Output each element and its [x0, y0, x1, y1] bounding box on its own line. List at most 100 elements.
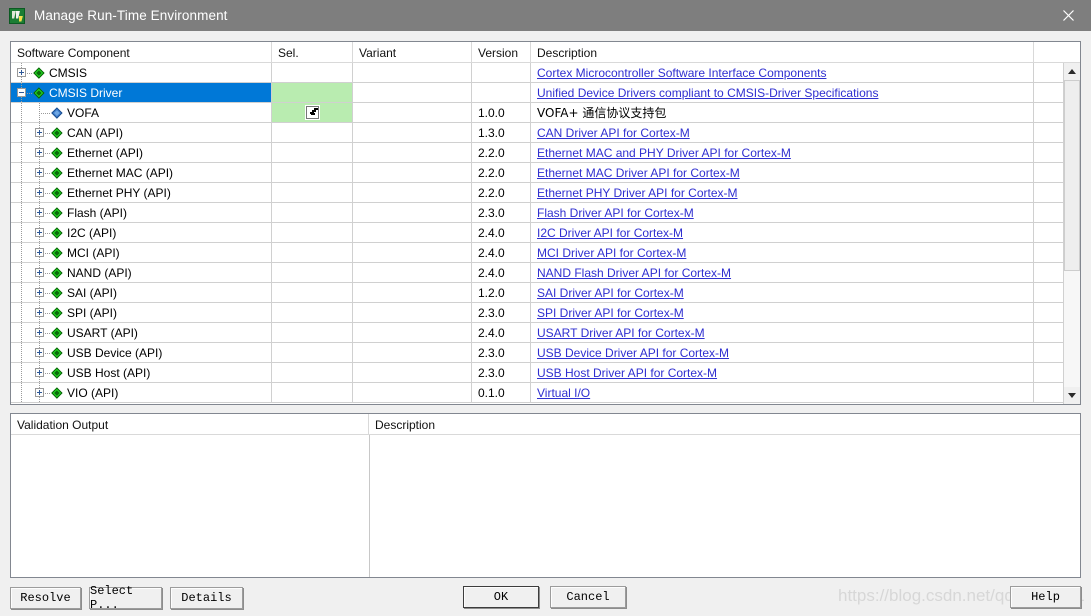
- description-link[interactable]: Ethernet MAC and PHY Driver API for Cort…: [537, 146, 791, 160]
- table-row[interactable]: USB Host (API) 2.3.0 USB Host Driver API f…: [11, 363, 1063, 383]
- component-name-cell[interactable]: SPI (API): [11, 303, 272, 323]
- table-row[interactable]: USART (API) 2.4.0 USART Driver API for Cor…: [11, 323, 1063, 343]
- table-row[interactable]: CMSIS Cortex Microcontroller Software Int…: [11, 63, 1063, 83]
- description-link[interactable]: Ethernet MAC Driver API for Cortex-M: [537, 166, 740, 180]
- table-row[interactable]: SPI (API) 2.3.0 SPI Driver API for Cortex-…: [11, 303, 1063, 323]
- variant-cell[interactable]: [353, 363, 472, 383]
- column-header-sel[interactable]: Sel.: [272, 42, 353, 63]
- expand-icon[interactable]: [35, 167, 44, 177]
- column-header-description[interactable]: Description: [531, 42, 1034, 63]
- component-name-cell[interactable]: NAND (API): [11, 263, 272, 283]
- description-cell[interactable]: USB Host Driver API for Cortex-M: [531, 363, 1034, 383]
- component-name-cell[interactable]: USART (API): [11, 323, 272, 343]
- table-row[interactable]: Flash (API) 2.3.0 Flash Driver API for Cor…: [11, 203, 1063, 223]
- sel-cell[interactable]: [272, 243, 353, 263]
- variant-cell[interactable]: [353, 123, 472, 143]
- sel-cell[interactable]: [272, 363, 353, 383]
- sel-cell[interactable]: [272, 223, 353, 243]
- ok-button[interactable]: OK: [463, 586, 539, 608]
- scrollbar-thumb[interactable]: [1064, 80, 1080, 271]
- grid-vertical-scrollbar[interactable]: [1063, 63, 1080, 404]
- component-name-cell[interactable]: VIO (API): [11, 383, 272, 403]
- variant-cell[interactable]: [353, 223, 472, 243]
- description-cell[interactable]: Ethernet MAC and PHY Driver API for Cort…: [531, 143, 1034, 163]
- expand-icon[interactable]: [35, 127, 44, 137]
- table-row[interactable]: VOFA 1.0.0 VOFA+ 通信协议支持包: [11, 103, 1063, 123]
- description-link[interactable]: Virtual I/O: [537, 386, 590, 400]
- sel-cell[interactable]: [272, 63, 353, 83]
- description-link[interactable]: MCI Driver API for Cortex-M: [537, 246, 686, 260]
- component-checkbox[interactable]: [305, 106, 319, 119]
- table-row[interactable]: Ethernet PHY (API) 2.2.0 Ethernet PHY Driv…: [11, 183, 1063, 203]
- sel-cell[interactable]: [272, 323, 353, 343]
- validation-body[interactable]: [11, 435, 1080, 577]
- expand-icon[interactable]: [35, 267, 44, 277]
- description-cell[interactable]: USART Driver API for Cortex-M: [531, 323, 1034, 343]
- variant-cell[interactable]: [353, 183, 472, 203]
- description-cell[interactable]: Flash Driver API for Cortex-M: [531, 203, 1034, 223]
- expand-icon[interactable]: [35, 247, 44, 257]
- variant-cell[interactable]: [353, 203, 472, 223]
- description-link[interactable]: Cortex Microcontroller Software Interfac…: [537, 66, 826, 80]
- expand-icon[interactable]: [35, 327, 44, 337]
- checkbox-wrapper[interactable]: [303, 104, 321, 121]
- description-link[interactable]: NAND Flash Driver API for Cortex-M: [537, 266, 731, 280]
- expand-icon[interactable]: [35, 307, 44, 317]
- variant-cell[interactable]: [353, 283, 472, 303]
- sel-cell[interactable]: [272, 303, 353, 323]
- description-link[interactable]: Ethernet PHY Driver API for Cortex-M: [537, 186, 738, 200]
- table-row[interactable]: Ethernet (API) 2.2.0 Ethernet MAC and PHY …: [11, 143, 1063, 163]
- expand-icon[interactable]: [35, 207, 44, 217]
- scroll-down-icon[interactable]: [1064, 387, 1080, 404]
- table-row[interactable]: NAND (API) 2.4.0 NAND Flash Driver API for…: [11, 263, 1063, 283]
- description-link[interactable]: USB Device Driver API for Cortex-M: [537, 346, 729, 360]
- expand-icon[interactable]: [35, 147, 44, 157]
- scroll-up-icon[interactable]: [1064, 63, 1080, 80]
- scrollbar-track[interactable]: [1064, 80, 1080, 387]
- column-header-version[interactable]: Version: [472, 42, 531, 63]
- description-link[interactable]: SAI Driver API for Cortex-M: [537, 286, 684, 300]
- variant-cell[interactable]: [353, 163, 472, 183]
- description-cell[interactable]: Unified Device Drivers compliant to CMSI…: [531, 83, 1034, 103]
- component-name-cell[interactable]: Ethernet (API): [11, 143, 272, 163]
- expand-icon[interactable]: [17, 67, 26, 77]
- variant-cell[interactable]: [353, 103, 472, 123]
- resolve-button[interactable]: Resolve: [10, 587, 81, 609]
- column-header-variant[interactable]: Variant: [353, 42, 472, 63]
- description-cell[interactable]: MCI Driver API for Cortex-M: [531, 243, 1034, 263]
- description-link[interactable]: CAN Driver API for Cortex-M: [537, 126, 690, 140]
- variant-cell[interactable]: [353, 63, 472, 83]
- sel-cell[interactable]: [272, 183, 353, 203]
- sel-cell[interactable]: [272, 283, 353, 303]
- component-name-cell[interactable]: USB Host (API): [11, 363, 272, 383]
- table-row[interactable]: USB Device (API) 2.3.0 USB Device Driver A…: [11, 343, 1063, 363]
- close-icon[interactable]: [1045, 0, 1091, 31]
- sel-cell[interactable]: [272, 343, 353, 363]
- expand-icon[interactable]: [35, 287, 44, 297]
- description-cell[interactable]: USB Device Driver API for Cortex-M: [531, 343, 1034, 363]
- collapse-icon[interactable]: [17, 87, 26, 97]
- sel-cell[interactable]: [272, 383, 353, 403]
- description-link[interactable]: Unified Device Drivers compliant to CMSI…: [537, 86, 878, 100]
- table-row[interactable]: CMSIS Driver Unified Device Drivers compl…: [11, 83, 1063, 103]
- sel-cell[interactable]: [272, 103, 353, 123]
- variant-cell[interactable]: [353, 303, 472, 323]
- component-name-cell[interactable]: CMSIS Driver: [11, 83, 272, 103]
- sel-cell[interactable]: [272, 203, 353, 223]
- table-row[interactable]: Ethernet MAC (API) 2.2.0 Ethernet MAC Driv…: [11, 163, 1063, 183]
- description-cell[interactable]: Ethernet PHY Driver API for Cortex-M: [531, 183, 1034, 203]
- expand-icon[interactable]: [35, 367, 44, 377]
- description-link[interactable]: SPI Driver API for Cortex-M: [537, 306, 684, 320]
- table-row[interactable]: VIO (API) 0.1.0 Virtual I/O: [11, 383, 1063, 403]
- expand-icon[interactable]: [35, 347, 44, 357]
- expand-icon[interactable]: [35, 387, 44, 397]
- description-link[interactable]: I2C Driver API for Cortex-M: [537, 226, 683, 240]
- sel-cell[interactable]: [272, 263, 353, 283]
- table-row[interactable]: CAN (API) 1.3.0 CAN Driver API for Cortex-…: [11, 123, 1063, 143]
- sel-cell[interactable]: [272, 163, 353, 183]
- column-header-software-component[interactable]: Software Component: [11, 42, 272, 63]
- description-cell[interactable]: Cortex Microcontroller Software Interfac…: [531, 63, 1034, 83]
- description-cell[interactable]: SPI Driver API for Cortex-M: [531, 303, 1034, 323]
- component-name-cell[interactable]: I2C (API): [11, 223, 272, 243]
- sel-cell[interactable]: [272, 143, 353, 163]
